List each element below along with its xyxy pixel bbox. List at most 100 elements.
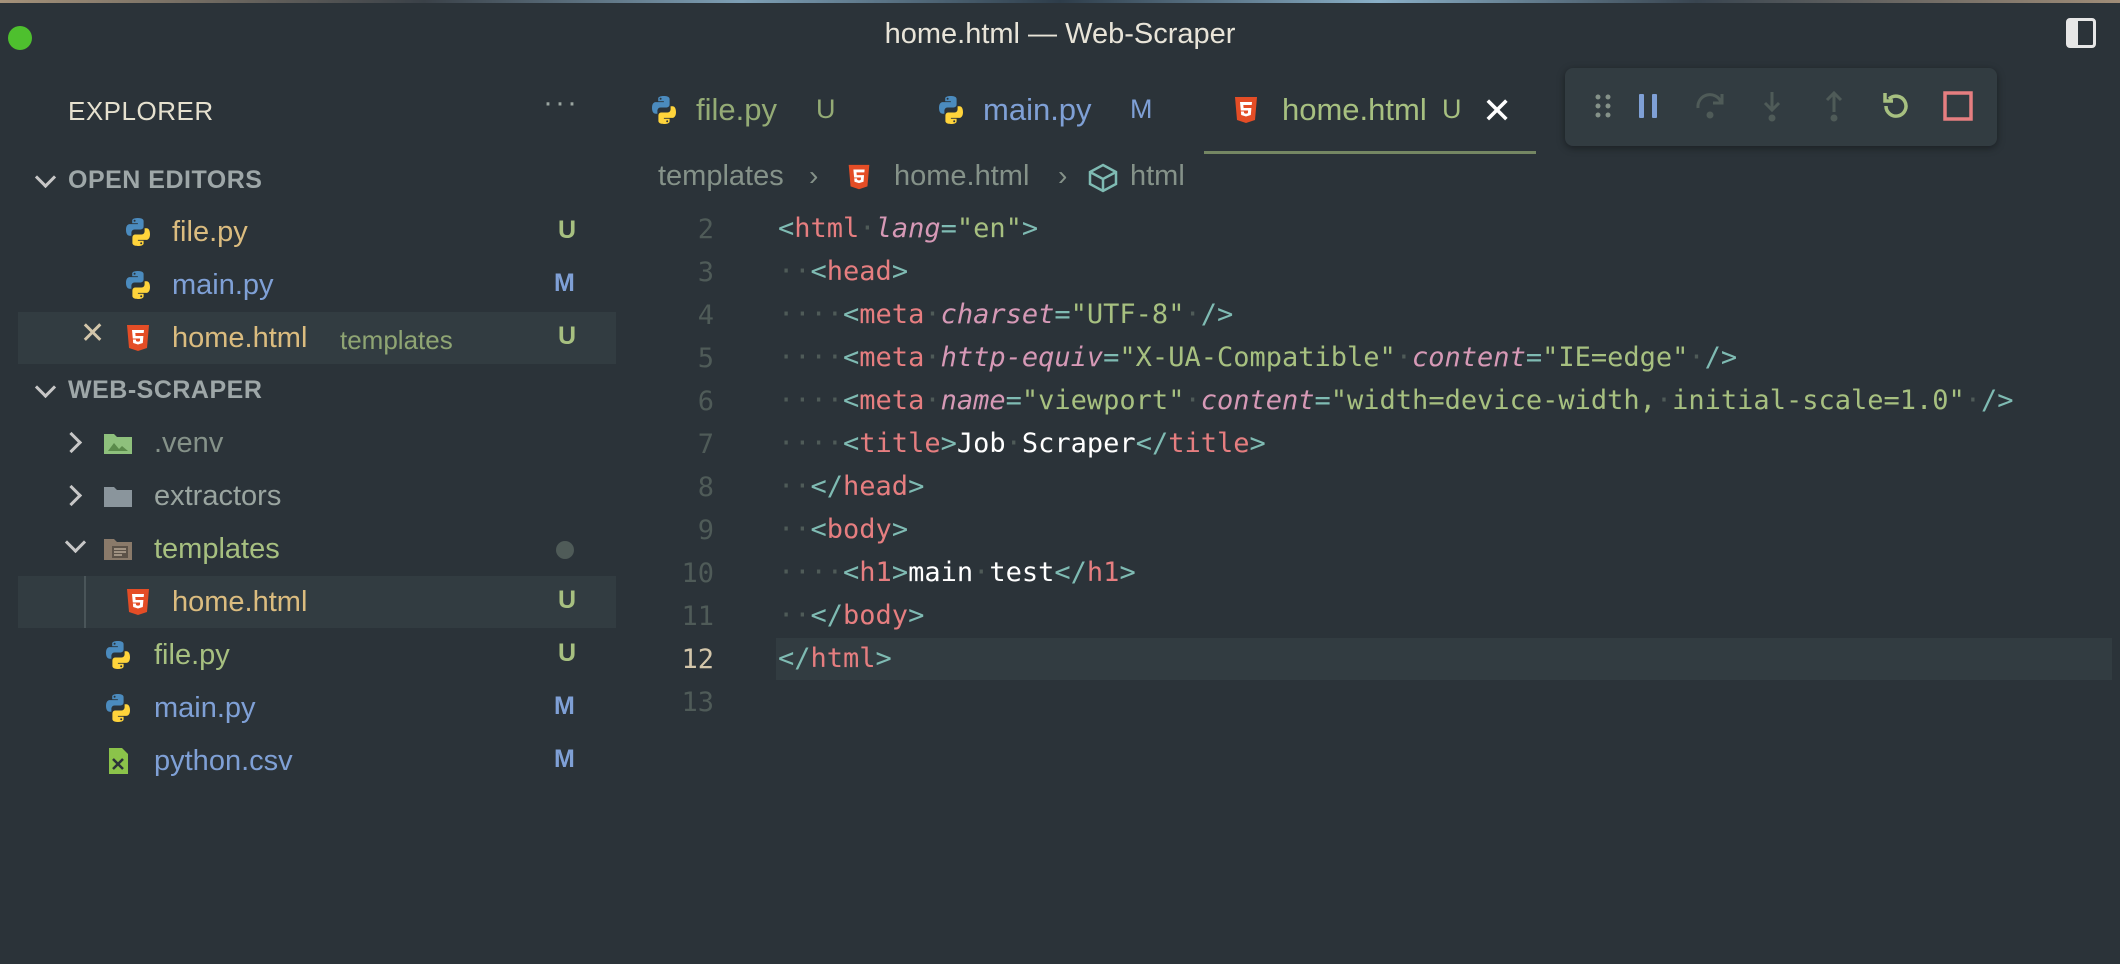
- file-label: main.py: [172, 269, 274, 301]
- python-icon: [106, 694, 130, 722]
- code-text: ····<meta·http-equiv="X-UA-Compatible"·c…: [778, 342, 1738, 373]
- python-icon: [126, 271, 150, 299]
- code-text: <html·lang="en">: [778, 213, 1039, 244]
- drag-handle-icon[interactable]: [1585, 88, 1621, 124]
- html5-icon: [127, 589, 149, 615]
- code-line: 10 ····<h1>main·test</h1>: [620, 552, 2112, 595]
- git-status-badge: M: [554, 692, 575, 720]
- tab-label: main.py: [983, 92, 1092, 127]
- code-text: ··</body>: [778, 600, 925, 631]
- open-editor-item-active[interactable]: ✕ home.html templates U: [18, 312, 616, 364]
- tree-item-folder[interactable]: extractors: [18, 470, 616, 522]
- tab-git-badge: U: [816, 94, 836, 124]
- close-tab-icon[interactable]: ✕: [1482, 90, 1512, 132]
- folder-label: templates: [154, 533, 280, 565]
- code-line: 2 <html·lang="en">: [620, 208, 2112, 251]
- chevron-right-icon: ›: [809, 160, 819, 191]
- tab-git-badge: U: [1442, 94, 1462, 124]
- line-number: 4: [697, 300, 714, 331]
- file-label: python.csv: [154, 745, 293, 777]
- chevron-right-icon: [60, 484, 83, 507]
- line-number: 8: [697, 472, 714, 503]
- code-line: 6 ····<meta·name="viewport"·content="wid…: [620, 380, 2112, 423]
- explorer-header: EXPLORER: [68, 96, 214, 126]
- tree-item-file[interactable]: python.csv M: [18, 735, 616, 787]
- step-over-icon[interactable]: [1692, 88, 1728, 124]
- tree-item-folder[interactable]: .venv: [18, 417, 616, 469]
- indent-guide: [84, 576, 86, 628]
- line-number-current: 12: [681, 644, 714, 675]
- tab-home-html[interactable]: home.html U ✕: [1204, 68, 1536, 154]
- file-label: home.html: [172, 586, 308, 618]
- folder-open-icon: [104, 539, 132, 560]
- folder-label: extractors: [154, 480, 282, 512]
- file-label: file.py: [172, 216, 248, 248]
- line-number: 11: [681, 601, 714, 632]
- debug-toolbar: [1565, 68, 1997, 146]
- step-out-icon[interactable]: [1816, 88, 1852, 124]
- code-editor[interactable]: 2 <html·lang="en"> 3 ··<head> 4 ····<met…: [620, 205, 2120, 725]
- python-icon: [106, 641, 130, 669]
- more-actions-icon[interactable]: ···: [543, 86, 579, 120]
- tree-item-folder-open[interactable]: templates: [18, 523, 616, 575]
- chevron-down-icon: [34, 376, 57, 399]
- open-editor-item[interactable]: main.py M: [18, 259, 616, 311]
- html5-icon: [848, 164, 870, 190]
- python-icon: [126, 218, 150, 246]
- file-label: home.html: [172, 322, 308, 354]
- breadcrumb-file[interactable]: home.html: [894, 160, 1029, 193]
- code-text: ··<body>: [778, 514, 909, 545]
- breadcrumb-symbol[interactable]: html: [1130, 160, 1185, 193]
- breadcrumb-folder[interactable]: templates: [658, 160, 784, 193]
- tab-main-py[interactable]: main.py M: [905, 68, 1205, 154]
- file-folder-hint: templates: [340, 325, 453, 355]
- chevron-down-icon: [64, 531, 87, 554]
- git-status-badge: U: [558, 216, 577, 244]
- code-text: ··<head>: [778, 256, 909, 287]
- line-number: 13: [681, 687, 714, 718]
- toggle-sidebar-icon[interactable]: [2066, 18, 2096, 48]
- pause-icon[interactable]: [1630, 88, 1666, 124]
- code-line: 5 ····<meta·http-equiv="X-UA-Compatible"…: [620, 337, 2112, 380]
- code-line: 7 ····<title>Job·Scraper</title>: [620, 423, 2112, 466]
- line-number: 6: [697, 386, 714, 417]
- file-label: main.py: [154, 692, 256, 724]
- open-editor-item[interactable]: file.py U: [18, 206, 616, 258]
- step-into-icon[interactable]: [1754, 88, 1790, 124]
- code-text: ····<meta·charset="UTF-8"·/>: [778, 299, 1234, 330]
- git-status-badge: U: [558, 586, 577, 614]
- git-status-badge: U: [558, 322, 577, 350]
- project-section[interactable]: WEB-SCRAPER: [18, 364, 616, 416]
- tree-item-file[interactable]: file.py U: [18, 629, 616, 681]
- symbol-element-icon: [1088, 163, 1118, 193]
- line-number: 7: [697, 429, 714, 460]
- line-number: 2: [697, 214, 714, 245]
- wallpaper-strip: [0, 0, 2120, 3]
- modified-dot-icon: [556, 541, 574, 559]
- stop-icon[interactable]: [1940, 88, 1976, 124]
- open-editors-section[interactable]: OPEN EDITORS: [18, 154, 616, 206]
- explorer-sidebar: EXPLORER ··· OPEN EDITORS file.py U main…: [0, 68, 620, 964]
- code-line: 9 ··<body>: [620, 509, 2112, 552]
- chevron-right-icon: [60, 431, 83, 454]
- tree-item-file-selected[interactable]: home.html U: [18, 576, 616, 628]
- code-text: ····<title>Job·Scraper</title>: [778, 428, 1266, 459]
- restart-icon[interactable]: [1878, 88, 1914, 124]
- tab-file-py[interactable]: file.py U: [620, 68, 900, 154]
- folder-icon: [104, 487, 132, 507]
- git-status-badge: U: [558, 639, 577, 667]
- code-text: </html>: [778, 643, 892, 674]
- code-line: 8 ··</head>: [620, 466, 2112, 509]
- section-title: OPEN EDITORS: [68, 166, 263, 194]
- code-text: ····<meta·name="viewport"·content="width…: [778, 385, 2014, 416]
- chevron-down-icon: [34, 166, 57, 189]
- window-title: home.html — Web-Scraper: [884, 18, 1236, 50]
- close-icon[interactable]: ✕: [80, 316, 105, 351]
- html5-icon: [127, 325, 149, 351]
- line-number: 10: [681, 558, 714, 589]
- csv-icon: [109, 748, 128, 774]
- code-line: 11 ··</body>: [620, 595, 2112, 638]
- tree-item-file[interactable]: main.py M: [18, 682, 616, 734]
- code-line-current: 12 </html>: [620, 638, 2112, 681]
- tab-label: home.html: [1282, 92, 1427, 127]
